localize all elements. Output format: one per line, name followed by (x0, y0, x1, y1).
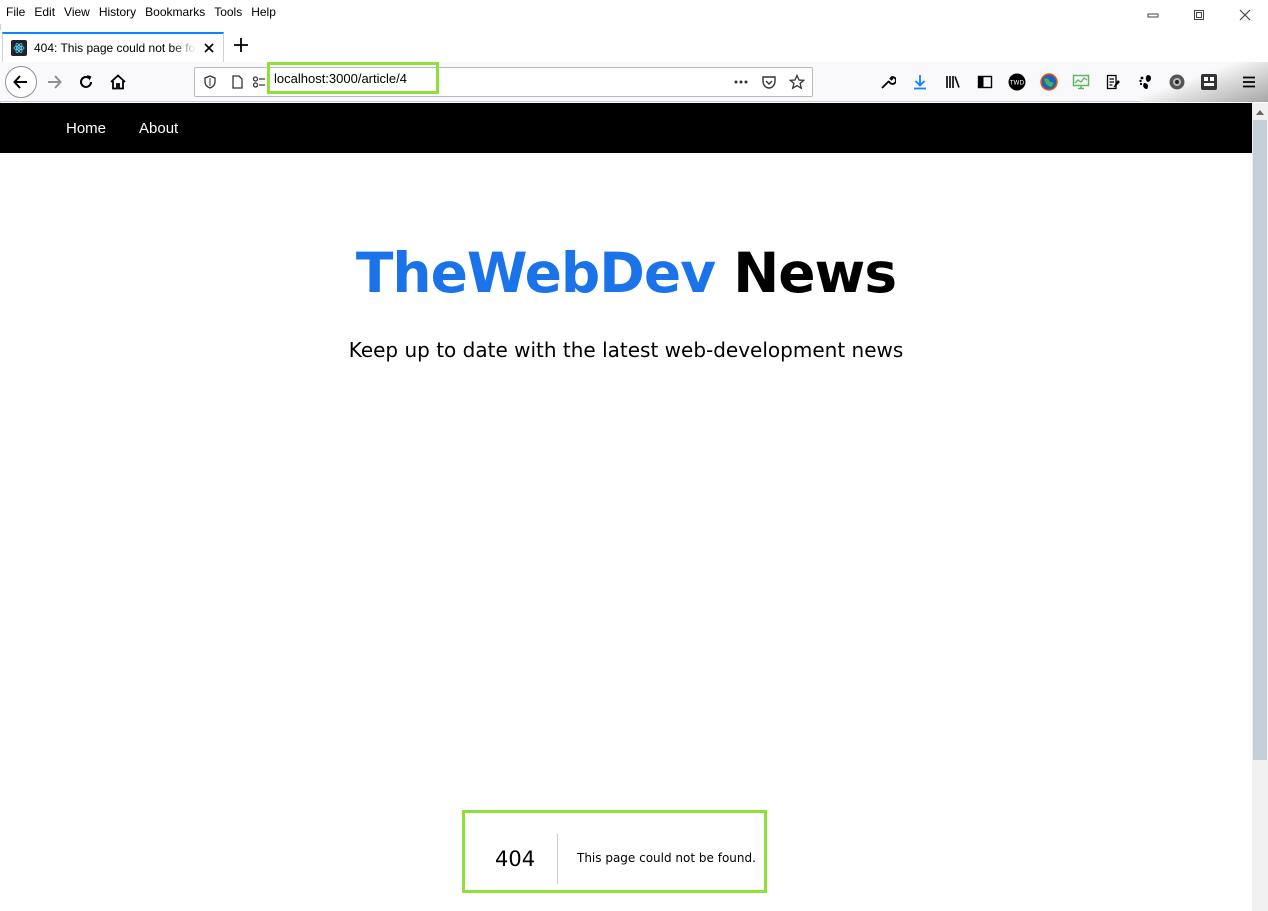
site-title: TheWebDev News (0, 233, 1252, 313)
home-button[interactable] (104, 68, 132, 96)
gnome-icon[interactable] (1135, 72, 1155, 92)
extension-icon[interactable]: TWD (1007, 72, 1027, 92)
menu-view[interactable]: View (64, 5, 90, 19)
close-icon (1239, 9, 1251, 21)
menu-icon[interactable] (1239, 72, 1259, 92)
error-message: This page could not be found. (577, 851, 756, 865)
menu-edit[interactable]: Edit (34, 5, 55, 19)
tab-close-button[interactable] (201, 40, 217, 56)
sidebar-icon[interactable] (975, 72, 995, 92)
monitor-icon[interactable] (1071, 72, 1091, 92)
forward-button[interactable] (40, 68, 68, 96)
site-navbar: Home About (0, 103, 1252, 153)
close-window-button[interactable] (1222, 0, 1268, 30)
page-icon[interactable] (229, 74, 245, 90)
back-icon (13, 75, 27, 89)
page-content: Home About TheWebDev News Keep up to dat… (0, 103, 1252, 911)
close-icon (204, 43, 214, 53)
back-button[interactable] (5, 66, 37, 98)
menu-bookmarks[interactable]: Bookmarks (145, 5, 205, 19)
maximize-icon (1194, 10, 1204, 20)
menu-help[interactable]: Help (251, 5, 276, 19)
tab-title: 404: This page could not be found (34, 41, 196, 55)
extension-icon[interactable] (1167, 72, 1187, 92)
download-icon[interactable] (910, 72, 930, 92)
minimize-button[interactable] (1130, 0, 1176, 30)
url-text[interactable]: localhost:3000/article/4 (274, 71, 407, 86)
menu-tools[interactable]: Tools (214, 5, 242, 19)
forward-icon (48, 75, 62, 89)
window-controls (1130, 0, 1268, 30)
site-title-brand: TheWebDev (355, 241, 716, 305)
menu-file[interactable]: File (6, 5, 25, 19)
chevron-up-icon (1256, 109, 1264, 115)
error-code: 404 (495, 847, 536, 871)
home-icon (110, 74, 126, 90)
pocket-icon[interactable] (761, 74, 777, 90)
shield-icon[interactable] (202, 74, 218, 90)
permissions-icon[interactable] (251, 74, 267, 90)
minimize-icon (1147, 13, 1159, 18)
menu-bar: File Edit View History Bookmarks Tools H… (0, 0, 1268, 24)
globe-icon[interactable] (1039, 72, 1059, 92)
svg-text:TWD: TWD (1009, 80, 1025, 87)
url-bar[interactable]: localhost:3000/article/4 (194, 62, 813, 97)
tab-strip: 404: This page could not be found (0, 30, 1268, 62)
tab-active[interactable]: 404: This page could not be found (2, 32, 224, 62)
navigation-toolbar: localhost:3000/article/4 TWD (0, 62, 1268, 102)
error-divider (557, 834, 558, 884)
nav-link-about[interactable]: About (139, 120, 178, 137)
wrench-icon[interactable] (878, 72, 898, 92)
extension-icon[interactable] (1199, 72, 1219, 92)
new-tab-button[interactable] (230, 34, 252, 56)
more-icon[interactable] (733, 74, 749, 90)
nav-link-home[interactable]: Home (66, 120, 106, 137)
site-title-news: News (733, 241, 897, 305)
scroll-up-button[interactable] (1252, 103, 1268, 120)
react-icon (11, 40, 27, 56)
menu-history[interactable]: History (99, 5, 136, 19)
url-highlight-box: localhost:3000/article/4 (267, 62, 439, 94)
notes-icon[interactable] (1103, 72, 1123, 92)
reload-button[interactable] (72, 68, 100, 96)
site-subtitle: Keep up to date with the latest web-deve… (348, 338, 904, 362)
library-icon[interactable] (943, 72, 963, 92)
maximize-button[interactable] (1176, 0, 1222, 30)
plus-icon (234, 38, 248, 52)
star-icon[interactable] (789, 74, 805, 90)
page-scrollbar[interactable] (1252, 103, 1268, 911)
error-box: 404 This page could not be found. (462, 810, 767, 893)
scrollbar-thumb[interactable] (1253, 120, 1267, 760)
reload-icon (80, 75, 92, 88)
